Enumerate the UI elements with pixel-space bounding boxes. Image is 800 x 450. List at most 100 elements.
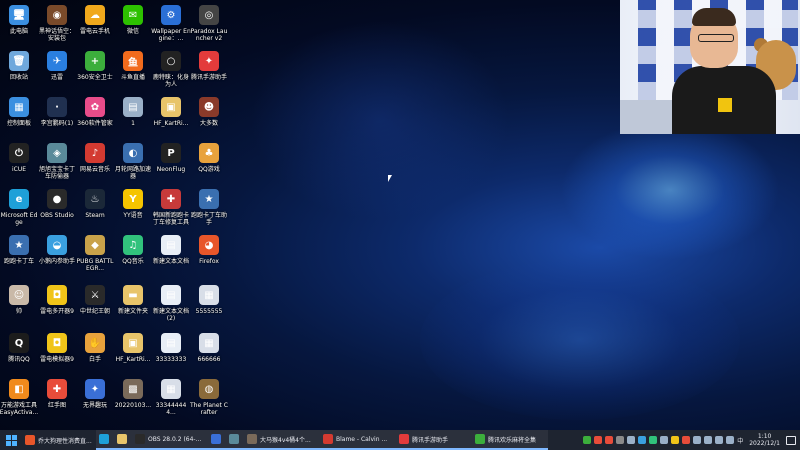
- desktop-icon-label: Steam: [85, 212, 105, 219]
- taskbar-clock[interactable]: 1:10 2022/12/1: [749, 433, 780, 447]
- taskbar-item[interactable]: [96, 430, 114, 450]
- desktop-icon[interactable]: ◉ 黑神话悟空：安装包: [38, 2, 76, 50]
- desktop-icon[interactable]: ✦ 无界趣玩: [76, 376, 114, 424]
- app-icon: ☺: [9, 285, 29, 305]
- desktop-icon-label: 无界趣玩: [82, 402, 107, 409]
- desktop-icon[interactable]: ✿ 360软件管家: [76, 94, 114, 142]
- desktop-icon[interactable]: 🖥 此电脑: [0, 2, 38, 50]
- desktop-icon[interactable]: Q 腾讯QQ: [0, 330, 38, 378]
- taskbar-item[interactable]: [208, 430, 226, 450]
- desktop-icon-label: 回收站: [9, 74, 28, 81]
- desktop-icon-label: 月轮网路加速器: [114, 166, 151, 180]
- tray-icon[interactable]: [681, 436, 690, 444]
- desktop-icon-label: YY语音: [123, 212, 143, 219]
- taskbar-item[interactable]: 腾讯欢乐麻将全集: [472, 430, 548, 450]
- desktop-icon[interactable]: ✦ 腾讯手游助手: [190, 48, 228, 96]
- clock-time: 1:10: [757, 433, 772, 440]
- desktop-icon[interactable]: ♪ 网易云音乐: [76, 140, 114, 188]
- desktop-icon[interactable]: ♫ QQ音乐: [114, 232, 152, 280]
- desktop-icon[interactable]: ▦ 控制面板: [0, 94, 38, 142]
- desktop-icon[interactable]: ◍ The Planet Crafter: [190, 376, 228, 424]
- desktop-icon[interactable]: ◐ 月轮网路加速器: [114, 140, 152, 188]
- taskbar-item[interactable]: OBS 28.0.2 (64-...: [132, 430, 208, 450]
- desktop-icon[interactable]: ♨ Steam: [76, 186, 114, 234]
- app-icon: ◒: [47, 235, 67, 255]
- desktop-icon[interactable]: ● OBS Studio: [38, 186, 76, 234]
- app-icon: ★: [199, 189, 219, 209]
- tray-icon[interactable]: [725, 436, 734, 444]
- desktop-icon[interactable]: ◕ Firefox: [190, 232, 228, 280]
- notification-icon[interactable]: [786, 435, 796, 445]
- desktop-icon[interactable]: +360安全卫士: [76, 48, 114, 96]
- taskbar-item[interactable]: [114, 430, 132, 450]
- tray-icon[interactable]: [637, 436, 646, 444]
- app-icon: ☻: [199, 97, 219, 117]
- desktop-icon[interactable]: ✚ 红手图: [38, 376, 76, 424]
- tray-icon[interactable]: [692, 436, 701, 444]
- tray-icon[interactable]: [615, 436, 624, 444]
- app-icon: ▦: [161, 379, 181, 399]
- desktop-icon[interactable]: Y YY语音: [114, 186, 152, 234]
- desktop-icon[interactable]: 🗑 回收站: [0, 48, 38, 96]
- tray-icon[interactable]: [648, 436, 657, 444]
- desktop-icon[interactable]: ✚ 韩国新跑跑卡丁车修复工具: [152, 186, 190, 234]
- desktop-icon[interactable]: ✋ 白手: [76, 330, 114, 378]
- desktop-icon[interactable]: · 李宫鹏码(1): [38, 94, 76, 142]
- ime-indicator[interactable]: 中: [737, 436, 743, 445]
- desktop-icon[interactable]: ▦ 666666: [190, 330, 228, 378]
- desktop-icon[interactable]: ☻ 大多数: [190, 94, 228, 142]
- desktop-icon[interactable]: ▩ 20220103...: [114, 376, 152, 424]
- desktop-icon[interactable]: ★ 跑跑卡丁车: [0, 232, 38, 280]
- desktop-icon[interactable]: ▤ 新建文本文档 (2): [152, 282, 190, 330]
- tray-icon[interactable]: [670, 436, 679, 444]
- desktop-icon[interactable]: ▬ 新建文件夹: [114, 282, 152, 330]
- taskbar-app-icon: [229, 434, 239, 444]
- taskbar-item[interactable]: 大马猴4v4桶4个...: [244, 430, 320, 450]
- desktop-icon[interactable]: ★ 跑跑卡丁车助手: [190, 186, 228, 234]
- tray-icons: [581, 436, 735, 444]
- tray-icon[interactable]: [593, 436, 602, 444]
- desktop-icon[interactable]: P NeonFlug: [152, 140, 190, 188]
- desktop-icon[interactable]: ▤ 新建文本文档: [152, 232, 190, 280]
- desktop-icon[interactable]: ♣ QQ游戏: [190, 140, 228, 188]
- desktop-icon[interactable]: ⚙ Wallpaper Engine：...: [151, 2, 191, 50]
- desktop-icon[interactable]: ▦ 5555555: [190, 282, 228, 330]
- desktop-icon[interactable]: ✉ 微信: [114, 2, 152, 50]
- taskbar-item[interactable]: 腾讯手游助手: [396, 430, 472, 450]
- desktop-icon[interactable]: ☁ 雷电云手机: [76, 2, 114, 50]
- desktop-icon[interactable]: ◒ 小鹅内参助手: [38, 232, 76, 280]
- desktop-icon[interactable]: ◈ 旭旭宝宝卡丁车防偷器: [38, 140, 76, 188]
- tray-icon[interactable]: [659, 436, 668, 444]
- desktop-icon-label: 鹿特睐：化身为人: [152, 74, 189, 88]
- desktop-icon[interactable]: ○ 鹿特睐：化身为人: [152, 48, 190, 96]
- desktop-icon[interactable]: ◆ PUBG BATTLEGR...: [76, 232, 114, 280]
- desktop-icon[interactable]: e Microsoft Edge: [0, 186, 38, 234]
- desktop-icon[interactable]: ▣ HF_KartRi...: [114, 330, 152, 378]
- desktop-icon[interactable]: ▤ 33333333: [152, 330, 190, 378]
- desktop-icon[interactable]: ✈ 迅雷: [38, 48, 76, 96]
- tray-icon[interactable]: [703, 436, 712, 444]
- desktop-icon[interactable]: ▦ 333444444...: [152, 376, 190, 424]
- tray-icon[interactable]: [604, 436, 613, 444]
- desktop-icon[interactable]: ▣ HF_KartRi...: [152, 94, 190, 142]
- desktop-icon[interactable]: ▤ 1: [114, 94, 152, 142]
- desktop-icon[interactable]: ◘ 雷电多开器9: [38, 282, 76, 330]
- app-icon: ▦: [9, 97, 29, 117]
- desktop-icon[interactable]: ☺ 帅: [0, 282, 38, 330]
- start-button[interactable]: [0, 430, 22, 450]
- app-icon: ▦: [199, 333, 219, 353]
- app-icon: ·: [47, 97, 67, 117]
- tray-icon[interactable]: [582, 436, 591, 444]
- desktop-icon[interactable]: ◘ 雷电模拟器9: [38, 330, 76, 378]
- desktop-icon[interactable]: ◧ 万能游戏工具 EasyActiva...: [0, 376, 38, 424]
- tray-icon[interactable]: [626, 436, 635, 444]
- desktop-icon-label: 5555555: [195, 308, 223, 315]
- desktop-icon[interactable]: ◎ Paradox Launcher v2: [190, 2, 228, 50]
- desktop-icon[interactable]: ⚔ 中世纪王朝: [76, 282, 114, 330]
- taskbar-item[interactable]: [226, 430, 244, 450]
- taskbar-item[interactable]: 乔大狗理性消费直...: [22, 430, 96, 450]
- desktop-icon[interactable]: ⏻ iCUE: [0, 140, 38, 188]
- desktop-icon[interactable]: 鱼斗鱼直播: [114, 48, 152, 96]
- taskbar-item[interactable]: Blame - Calvin ...: [320, 430, 396, 450]
- tray-icon[interactable]: [714, 436, 723, 444]
